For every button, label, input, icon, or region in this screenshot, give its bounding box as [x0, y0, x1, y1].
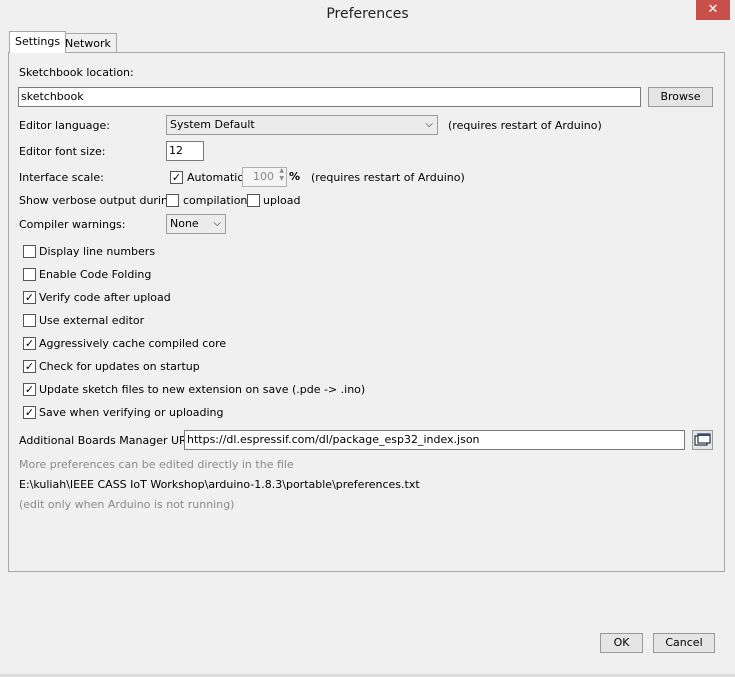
- save-on-verify-checkbox[interactable]: ✓: [23, 406, 36, 419]
- tab-network[interactable]: Network: [59, 33, 117, 53]
- font-size-input[interactable]: 12: [166, 141, 204, 161]
- editor-language-label: Editor language:: [19, 119, 110, 132]
- upload-label: upload: [263, 194, 301, 207]
- cancel-button[interactable]: Cancel: [653, 633, 715, 653]
- edit-note: (edit only when Arduino is not running): [19, 498, 235, 511]
- compiler-warnings-label: Compiler warnings:: [19, 218, 126, 231]
- verify-after-upload-label: Verify code after upload: [39, 291, 171, 304]
- cache-core-label: Aggressively cache compiled core: [39, 337, 227, 350]
- check-icon: ✓: [24, 383, 35, 396]
- cache-core-checkbox[interactable]: ✓: [23, 337, 36, 350]
- check-icon: ✓: [24, 406, 35, 419]
- compiler-warnings-select[interactable]: None ⌵: [166, 214, 226, 234]
- more-prefs-note: More preferences can be edited directly …: [19, 458, 294, 471]
- title-bar: Preferences ✕: [0, 0, 735, 30]
- chevron-down-icon: ⌵: [425, 119, 433, 130]
- external-editor-checkbox[interactable]: [23, 314, 36, 327]
- display-line-numbers-label: Display line numbers: [39, 245, 156, 258]
- scale-spinner[interactable]: 100 ▲ ▼: [242, 167, 287, 187]
- enable-code-folding-checkbox[interactable]: [23, 268, 36, 281]
- compiler-warnings-value: None: [170, 217, 199, 230]
- close-icon: ✕: [707, 2, 719, 17]
- close-button[interactable]: ✕: [696, 0, 730, 20]
- check-icon: ✓: [24, 337, 35, 350]
- interface-scale-label: Interface scale:: [19, 171, 104, 184]
- sketchbook-label: Sketchbook location:: [19, 66, 134, 79]
- check-updates-checkbox[interactable]: ✓: [23, 360, 36, 373]
- browse-button[interactable]: Browse: [648, 87, 713, 107]
- window-title: Preferences: [326, 6, 409, 22]
- prefs-path: E:\kuliah\IEEE CASS IoT Workshop\arduino…: [19, 478, 420, 491]
- check-icon: ✓: [24, 360, 35, 373]
- spinner-arrows-icon[interactable]: ▲ ▼: [279, 168, 284, 183]
- font-size-label: Editor font size:: [19, 145, 106, 158]
- compilation-label: compilation: [183, 194, 248, 207]
- chevron-down-icon: ⌵: [213, 218, 221, 229]
- boards-urls-edit-button[interactable]: [692, 430, 713, 450]
- editor-language-select[interactable]: System Default ⌵: [166, 115, 438, 135]
- boards-urls-input[interactable]: https://dl.espressif.com/dl/package_esp3…: [184, 430, 685, 450]
- external-editor-label: Use external editor: [39, 314, 145, 327]
- update-extension-checkbox[interactable]: ✓: [23, 383, 36, 396]
- ok-button[interactable]: OK: [600, 633, 643, 653]
- scale-note: (requires restart of Arduino): [311, 171, 465, 184]
- window-list-icon: [694, 433, 711, 446]
- tab-settings[interactable]: Settings: [9, 31, 67, 53]
- automatic-checkbox[interactable]: ✓: [170, 171, 183, 184]
- check-icon: ✓: [171, 171, 182, 184]
- display-line-numbers-checkbox[interactable]: [23, 245, 36, 258]
- scale-unit: %: [289, 170, 301, 183]
- automatic-label: Automatic: [187, 171, 244, 184]
- scale-value: 100: [253, 170, 274, 183]
- verbose-label: Show verbose output during:: [19, 194, 179, 207]
- compilation-checkbox[interactable]: [166, 194, 179, 207]
- check-updates-label: Check for updates on startup: [39, 360, 200, 373]
- save-on-verify-label: Save when verifying or uploading: [39, 406, 224, 419]
- update-extension-label: Update sketch files to new extension on …: [39, 383, 366, 396]
- editor-language-value: System Default: [170, 118, 255, 131]
- enable-code-folding-label: Enable Code Folding: [39, 268, 152, 281]
- sketchbook-input[interactable]: sketchbook: [18, 87, 641, 107]
- editor-language-note: (requires restart of Arduino): [448, 119, 602, 132]
- upload-checkbox[interactable]: [247, 194, 260, 207]
- check-icon: ✓: [24, 291, 35, 304]
- boards-urls-label: Additional Boards Manager URLs:: [19, 434, 203, 447]
- verify-after-upload-checkbox[interactable]: ✓: [23, 291, 36, 304]
